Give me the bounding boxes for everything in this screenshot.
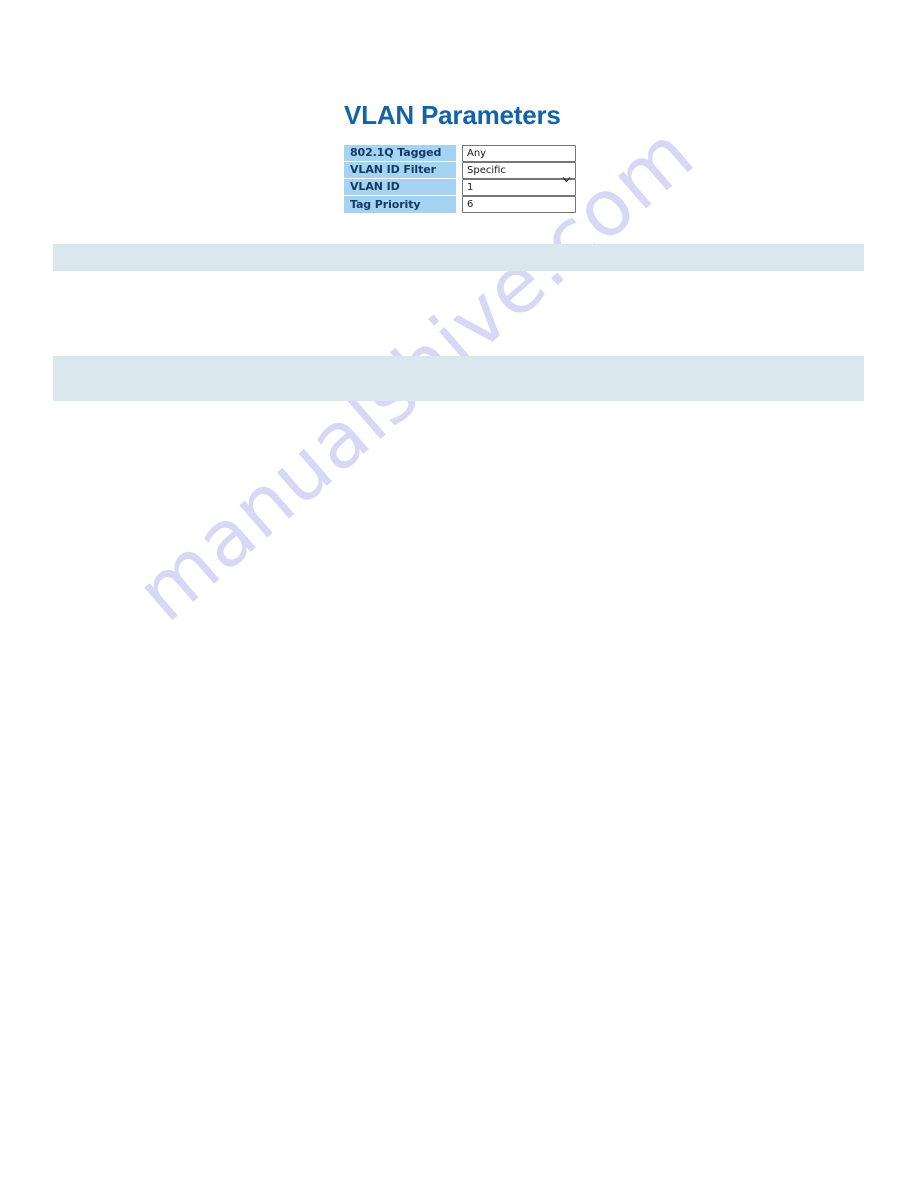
content-band-second — [53, 356, 864, 401]
table-row: Tag Priority 6 — [344, 177, 576, 213]
row-label-vlan-id: VLAN ID — [344, 179, 456, 196]
row-value-vlan-id-filter: Specific — [462, 162, 576, 182]
vlan-parameters-table: 802.1Q Tagged Any VLAN ID Filter Specifi… — [344, 145, 576, 213]
page-title: VLAN Parameters — [344, 100, 561, 130]
row-label-8021q-tagged: 802.1Q Tagged — [344, 145, 456, 162]
content-band-first — [53, 244, 864, 271]
row-value-tag-priority: 6 — [462, 177, 576, 213]
row-label-vlan-id-filter: VLAN ID Filter — [344, 162, 456, 179]
row-label-tag-priority: Tag Priority — [344, 196, 456, 213]
select-vlan-id-filter[interactable]: Specific — [462, 162, 576, 179]
table-row: VLAN ID Filter Specific — [344, 162, 576, 182]
document-page: manualshive.com VLAN Parameters 802.1Q T… — [0, 0, 918, 1188]
table-row: 802.1Q Tagged Any — [344, 145, 576, 182]
select-tag-priority[interactable]: 6 — [462, 196, 576, 213]
vlan-id-input[interactable]: 1 — [462, 179, 576, 196]
row-value-vlan-id: 1 — [462, 179, 576, 196]
select-8021q-tagged[interactable]: Any — [462, 145, 576, 162]
row-value-8021q-tagged: Any — [462, 145, 576, 182]
table-row: VLAN ID 1 — [344, 179, 576, 196]
